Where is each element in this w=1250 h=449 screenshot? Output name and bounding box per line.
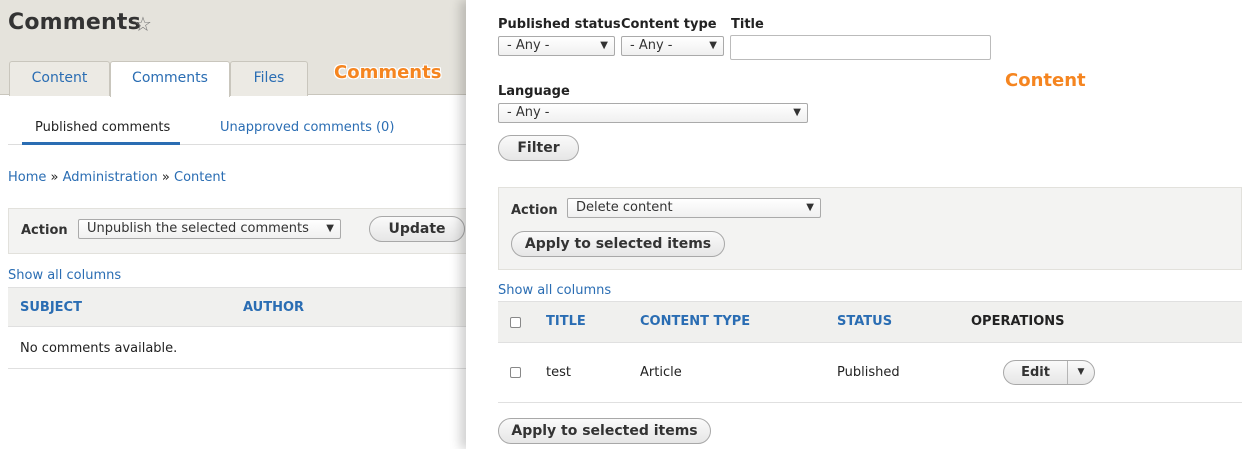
column-author[interactable]: AUTHOR [243,300,304,315]
comment-action-select[interactable]: Unpublish the selected comments ▼ [78,219,341,239]
language-selected: - Any - [507,105,550,120]
apply-to-selected-button[interactable]: Apply to selected items [511,231,725,257]
language-select[interactable]: - Any - ▼ [498,103,808,123]
content-type-selected: - Any - [630,38,673,53]
column-operations: OPERATIONS [971,314,1065,329]
column-title[interactable]: TITLE [546,314,586,329]
content-type-select[interactable]: - Any - ▼ [621,36,724,56]
secondary-tabs: Published comments Unapproved comments (… [8,112,466,145]
active-subtab-indicator [22,142,180,145]
tab-files[interactable]: Files [230,61,308,96]
breadcrumb: Home » Administration » Content [8,170,226,185]
star-outline-icon[interactable]: ☆ [134,12,152,36]
column-status[interactable]: STATUS [837,314,892,329]
column-content-type[interactable]: CONTENT TYPE [640,314,750,329]
title-input[interactable] [730,35,991,60]
breadcrumb-home[interactable]: Home [8,170,46,185]
published-status-selected: - Any - [507,38,550,53]
table-row: test Article Published Edit ▼ [498,343,1242,403]
row-status: Published [837,365,900,380]
show-all-columns-link[interactable]: Show all columns [498,283,611,298]
action-label: Action [21,223,68,238]
chevron-down-icon: ▼ [806,202,814,213]
update-button[interactable]: Update [369,216,465,242]
published-status-label: Published status [498,17,621,32]
content-pane: Published status - Any - ▼ Content type … [466,0,1250,449]
subtab-unapproved-comments[interactable]: Unapproved comments (0) [220,120,394,135]
chevron-down-icon: ▼ [793,107,801,118]
action-label: Action [511,203,558,218]
column-subject[interactable]: SUBJECT [20,300,82,315]
published-status-select[interactable]: - Any - ▼ [498,36,615,56]
select-all-checkbox[interactable] [510,317,521,328]
chevron-down-icon[interactable]: ▼ [1068,361,1094,384]
chevron-down-icon: ▼ [600,40,608,51]
edit-button[interactable]: Edit [1004,361,1068,384]
comments-table-header: SUBJECT AUTHOR [8,287,466,327]
content-table-header: TITLE CONTENT TYPE STATUS OPERATIONS [498,301,1242,343]
subtab-published-comments[interactable]: Published comments [35,120,170,135]
bottom-apply-to-selected-button[interactable]: Apply to selected items [498,418,711,444]
content-type-label: Content type [621,17,717,32]
operations-dropbutton: Edit ▼ [1003,360,1095,385]
language-label: Language [498,84,570,99]
breadcrumb-separator: » [50,170,59,185]
breadcrumb-administration[interactable]: Administration [63,170,158,185]
filter-button[interactable]: Filter [498,135,579,161]
title-label: Title [731,17,764,32]
empty-message: No comments available. [20,341,178,356]
content-action-selected: Delete content [576,200,673,215]
page-header: Comments ☆ Content Comments Files Commen… [0,0,466,97]
row-content-type: Article [640,365,682,380]
bulk-action-bar: Action Unpublish the selected comments ▼… [8,208,466,254]
content-action-select[interactable]: Delete content ▼ [567,198,821,218]
row-title-link[interactable]: test [546,365,571,380]
chevron-down-icon: ▼ [709,40,717,51]
breadcrumb-content[interactable]: Content [174,170,226,185]
comments-callout: Comments [334,62,442,83]
breadcrumb-separator: » [161,170,170,185]
divider [8,368,466,369]
tab-content[interactable]: Content [9,61,110,96]
chevron-down-icon: ▼ [326,223,334,234]
comments-pane: Comments ☆ Content Comments Files Commen… [0,0,466,449]
show-all-columns-link[interactable]: Show all columns [8,268,121,283]
content-callout: Content [1005,70,1086,91]
row-checkbox[interactable] [510,367,521,378]
tab-comments[interactable]: Comments [110,61,230,97]
bulk-action-bar: Action Delete content ▼ Apply to selecte… [498,187,1242,270]
page-title: Comments [8,10,141,35]
comment-action-selected: Unpublish the selected comments [87,221,309,236]
